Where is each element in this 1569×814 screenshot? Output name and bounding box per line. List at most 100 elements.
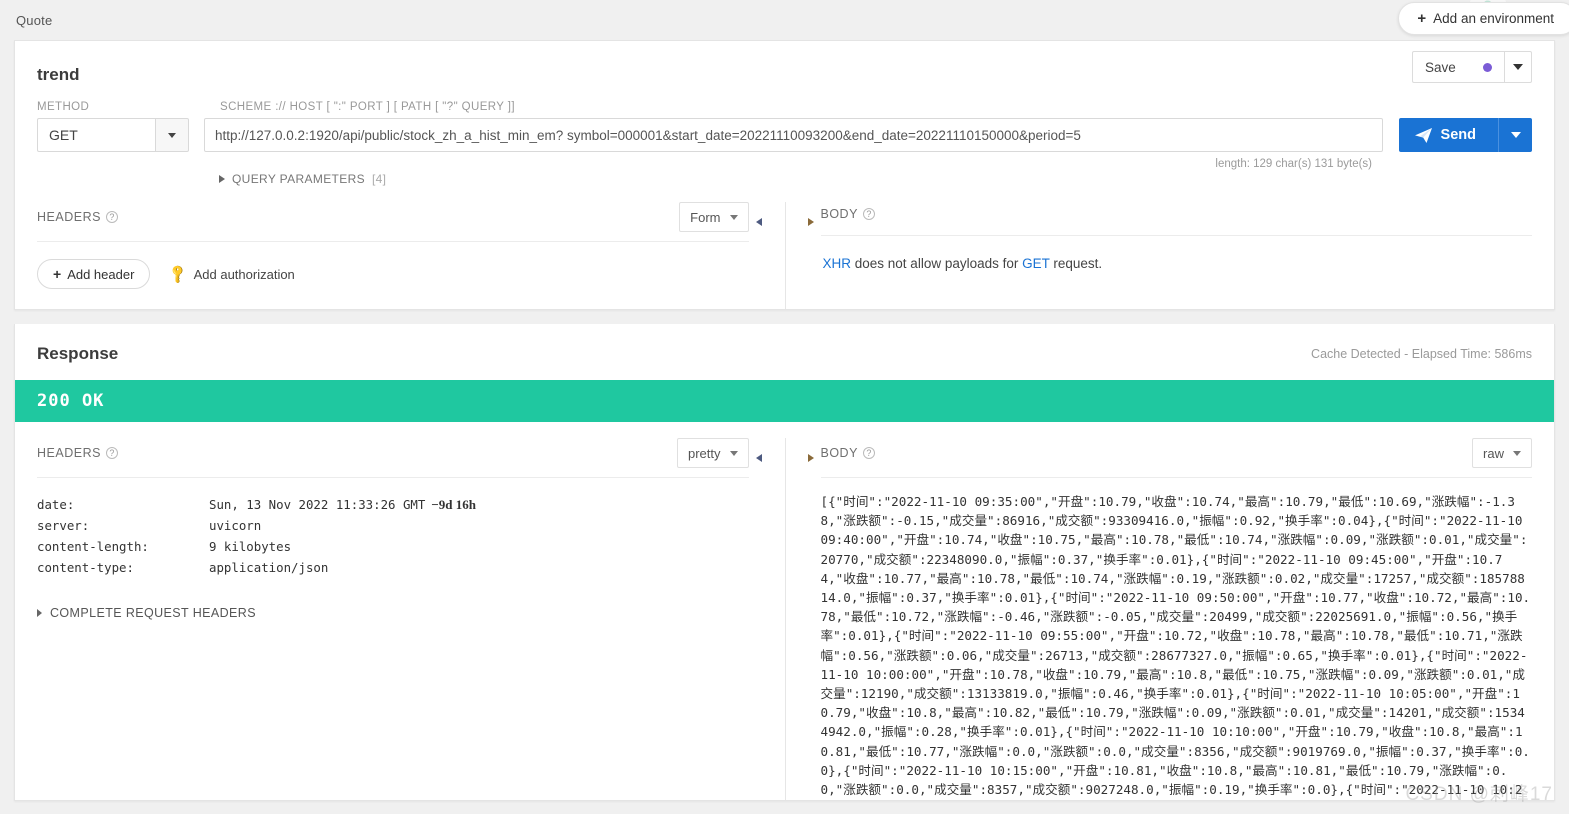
help-icon[interactable]: ? (106, 211, 118, 223)
chevron-down-icon (1511, 132, 1521, 138)
add-environment-button[interactable]: + Add an environment (1398, 2, 1569, 35)
divider-line (785, 438, 786, 800)
collapse-left-button[interactable] (749, 218, 769, 226)
chevron-right-icon (37, 609, 42, 617)
add-authorization-button[interactable]: 🔑 Add authorization (170, 266, 294, 282)
table-row: date: Sun, 13 Nov 2022 11:33:26 GMT −9d … (37, 494, 749, 515)
header-key: date: (37, 494, 209, 515)
header-key: content-type: (37, 557, 209, 578)
header-key: server: (37, 515, 209, 536)
save-dropdown-button[interactable] (1504, 51, 1532, 83)
add-header-button[interactable]: + Add header (37, 259, 150, 289)
field-labels-row: METHOD SCHEME :// HOST [ ":" PORT ] [ PA… (37, 101, 1532, 113)
response-status-bar: 200 OK (15, 380, 1554, 422)
send-button-group: Send (1399, 118, 1532, 152)
query-parameters-label: QUERY PARAMETERS (232, 172, 365, 186)
send-label: Send (1441, 127, 1476, 143)
plus-icon: + (1417, 10, 1426, 27)
add-header-label: Add header (67, 267, 134, 282)
collapse-right-button[interactable] (801, 454, 821, 462)
request-headers-label: HEADERS (37, 210, 101, 224)
app-root: Quote 0 + Add an environment trend Save (0, 0, 1569, 814)
url-length-note: length: 129 char(s) 131 byte(s) (37, 158, 1532, 170)
scheme-label: SCHEME :// HOST [ ":" PORT ] [ PATH [ "?… (220, 101, 515, 113)
header-key: content-length: (37, 536, 209, 557)
complete-request-headers-toggle[interactable]: COMPLETE REQUEST HEADERS (37, 606, 749, 620)
collapse-right-button[interactable] (801, 218, 821, 226)
help-icon[interactable]: ? (863, 208, 875, 220)
response-cache-note: Cache Detected - Elapsed Time: 586ms (1311, 347, 1532, 361)
request-headers-actions: + Add header 🔑 Add authorization (37, 242, 749, 309)
chevron-right-icon (808, 454, 814, 462)
request-body-note: XHR does not allow payloads for GET requ… (821, 236, 1533, 291)
url-row: GET Send (37, 118, 1532, 152)
chevron-down-icon (1513, 64, 1523, 70)
method-label: METHOD (37, 101, 197, 113)
collapse-left-button[interactable] (749, 454, 769, 462)
request-headers-format-select[interactable]: Form (679, 202, 748, 232)
request-split: HEADERS ? Form + Add header (37, 202, 1532, 309)
response-body-text[interactable]: [{"时间":"2022-11-10 09:35:00","开盘":10.79,… (821, 478, 1533, 800)
save-button[interactable]: Save (1412, 51, 1504, 83)
get-link[interactable]: GET (1022, 256, 1050, 271)
request-inner: trend Save METHOD SCHEME :// HOST [ ":" … (15, 41, 1554, 309)
request-headers-pane: HEADERS ? Form + Add header (37, 202, 749, 309)
table-row: content-type: application/json (37, 557, 749, 578)
chevron-down-icon (1513, 451, 1521, 456)
help-icon[interactable]: ? (863, 447, 875, 459)
response-headers-header: HEADERS ? pretty (37, 438, 749, 478)
body-note-mid: does not allow payloads for (851, 256, 1022, 271)
plus-icon: + (53, 266, 61, 282)
url-input[interactable] (204, 118, 1383, 152)
response-title: Response (37, 344, 118, 364)
method-dropdown-button[interactable] (155, 118, 189, 152)
request-card: trend Save METHOD SCHEME :// HOST [ ":" … (14, 40, 1555, 310)
response-body-format-select[interactable]: raw (1472, 438, 1532, 468)
chevron-left-icon (756, 218, 762, 226)
xhr-link[interactable]: XHR (823, 256, 852, 271)
top-bar: Quote 0 + Add an environment (0, 0, 1569, 40)
response-split: HEADERS ? pretty date: Sun, 13 Nov 2022 … (15, 422, 1554, 800)
method-value[interactable]: GET (37, 118, 155, 152)
save-label: Save (1425, 60, 1456, 75)
response-headers-label: HEADERS (37, 446, 101, 460)
quote-label: Quote (16, 13, 52, 28)
complete-request-headers-label: COMPLETE REQUEST HEADERS (50, 606, 256, 620)
header-value: uvicorn (209, 515, 261, 536)
chevron-right-icon (808, 218, 814, 226)
response-headers-format-value: pretty (688, 446, 721, 461)
paper-plane-icon (1415, 128, 1432, 143)
chevron-down-icon (168, 133, 176, 138)
response-pane-divider (749, 438, 821, 800)
query-parameters-count: [4] (372, 172, 386, 186)
header-age-delta: −9d 16h (431, 494, 476, 515)
request-body-label: BODY (821, 207, 858, 221)
response-headers-table: date: Sun, 13 Nov 2022 11:33:26 GMT −9d … (37, 478, 749, 578)
header-value: Sun, 13 Nov 2022 11:33:26 GMT (209, 494, 425, 515)
response-body-label: BODY (821, 446, 858, 460)
header-value: 9 kilobytes (209, 536, 291, 557)
response-body-header: BODY ? raw (821, 438, 1533, 478)
request-body-pane: BODY ? XHR does not allow payloads for G… (821, 202, 1533, 309)
query-parameters-toggle[interactable]: QUERY PARAMETERS [4] (219, 172, 1532, 186)
divider-line (785, 202, 786, 309)
help-icon[interactable]: ? (106, 447, 118, 459)
add-authorization-label: Add authorization (194, 267, 295, 282)
response-headers-format-select[interactable]: pretty (677, 438, 749, 468)
method-select[interactable]: GET (37, 118, 189, 152)
key-icon: 🔑 (167, 263, 190, 286)
table-row: content-length: 9 kilobytes (37, 536, 749, 557)
send-dropdown-button[interactable] (1498, 118, 1532, 152)
request-title: trend (37, 65, 1532, 85)
request-headers-header: HEADERS ? Form (37, 202, 749, 242)
response-headers-pane: HEADERS ? pretty date: Sun, 13 Nov 2022 … (37, 438, 749, 800)
request-pane-divider (749, 202, 821, 309)
send-button[interactable]: Send (1399, 118, 1498, 152)
add-environment-label: Add an environment (1433, 11, 1554, 26)
response-header: Response Cache Detected - Elapsed Time: … (15, 324, 1554, 380)
header-value: application/json (209, 557, 328, 578)
response-card: Response Cache Detected - Elapsed Time: … (14, 324, 1555, 801)
response-body-format-value: raw (1483, 446, 1504, 461)
chevron-down-icon (730, 215, 738, 220)
unsaved-changes-dot-icon (1483, 63, 1492, 72)
